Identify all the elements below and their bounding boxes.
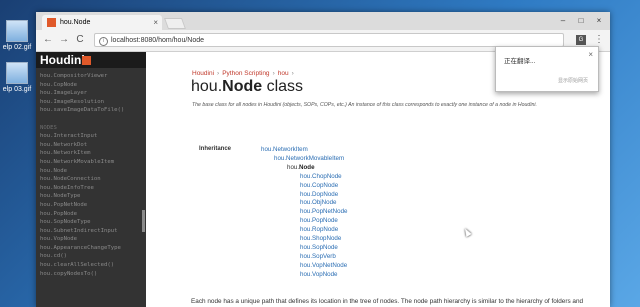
- breadcrumb-separator: ›: [291, 70, 294, 77]
- sidebar-list: hou.CompositorViewer hou.CopNode hou.Image…: [40, 72, 140, 278]
- sidebar: Houdini hou.CompositorViewer hou.CopNode h…: [36, 52, 146, 307]
- tree-node-link[interactable]: hou.VopNetNode: [300, 262, 347, 269]
- translate-icon[interactable]: G: [576, 35, 586, 45]
- tree-node-link[interactable]: hou.DopNode: [300, 191, 338, 198]
- breadcrumb-separator: ›: [217, 70, 220, 77]
- sidebar-item[interactable]: hou.cd(): [40, 252, 140, 261]
- image-file-icon: [6, 20, 28, 42]
- sidebar-section-heading: NODES: [40, 124, 57, 131]
- close-window-button[interactable]: ×: [590, 12, 608, 30]
- sidebar-item[interactable]: hou.NodeType: [40, 192, 140, 201]
- breadcrumb: Houdini › Python Scripting › hou ›: [192, 70, 297, 77]
- back-button[interactable]: ←: [42, 34, 54, 46]
- breadcrumb-houdini[interactable]: Houdini: [192, 70, 214, 77]
- sidebar-item[interactable]: hou.InteractInput: [40, 132, 140, 141]
- body-paragraph: Each node has a unique path that defines…: [191, 298, 584, 305]
- sidebar-item: [40, 115, 140, 124]
- tree-node-link[interactable]: hou.NetworkMovableItem: [274, 155, 344, 162]
- url-text: localhost:8080/hom/hou/Node: [111, 37, 205, 44]
- sidebar-item[interactable]: hou.CopNode: [40, 81, 140, 90]
- tree-node-link[interactable]: hou.SopVerb: [300, 253, 336, 260]
- tree-node-link[interactable]: hou.PopNetNode: [300, 208, 347, 215]
- tree-node-link[interactable]: hou.ChopNode: [300, 173, 342, 180]
- breadcrumb-python-scripting[interactable]: Python Scripting: [222, 70, 269, 77]
- sidebar-scrollbar[interactable]: [142, 210, 145, 232]
- sidebar-item[interactable]: hou.VopNode: [40, 235, 140, 244]
- tree-node-link[interactable]: hou.VopNode: [300, 271, 338, 278]
- new-tab-button[interactable]: [163, 18, 187, 29]
- info-icon[interactable]: i: [99, 37, 108, 46]
- sidebar-item[interactable]: hou.NetworkMovableItem: [40, 158, 140, 167]
- reload-button[interactable]: C: [74, 34, 86, 46]
- houdini-logo-icon: [82, 56, 91, 65]
- class-description: The base class for all nodes in Houdini …: [192, 102, 537, 108]
- sidebar-item[interactable]: hou.PopNode: [40, 210, 140, 219]
- tree-node-prefix: hou.: [287, 163, 300, 171]
- tree-node-name: Node: [299, 163, 315, 171]
- sidebar-item[interactable]: hou.AppearanceChangeType: [40, 244, 140, 253]
- sidebar-item[interactable]: hou.CompositorViewer: [40, 72, 140, 81]
- image-file-icon: [6, 62, 28, 84]
- maximize-button[interactable]: □: [572, 12, 590, 30]
- breadcrumb-hou[interactable]: hou: [278, 70, 289, 77]
- tree-node-link[interactable]: hou.ShopNode: [300, 235, 341, 242]
- tree-node-link[interactable]: hou.NetworkItem: [261, 146, 308, 153]
- translate-status-text: 正在翻译...: [504, 58, 536, 65]
- houdini-logo[interactable]: Houdini: [40, 52, 85, 68]
- translate-popup: 正在翻译... × 显示原始网页: [495, 46, 599, 92]
- sidebar-item[interactable]: hou.NetworkDot: [40, 141, 140, 150]
- tree-node-current: hou.Node: [287, 164, 315, 171]
- address-bar[interactable]: i localhost:8080/hom/hou/Node: [94, 33, 564, 47]
- title-class-name: Node: [222, 78, 263, 95]
- sidebar-item[interactable]: hou.NodeConnection: [40, 175, 140, 184]
- inheritance-label: Inheritance: [199, 146, 232, 152]
- tree-node-link[interactable]: hou.RopNode: [300, 226, 338, 233]
- sidebar-item[interactable]: hou.SubnetIndirectInput: [40, 227, 140, 236]
- sidebar-item[interactable]: hou.SopNodeType: [40, 218, 140, 227]
- tree-node-link[interactable]: hou.CopNode: [300, 182, 338, 189]
- houdini-favicon-icon: [47, 18, 56, 27]
- sidebar-item[interactable]: hou.NetworkItem: [40, 149, 140, 158]
- popup-close-icon[interactable]: ×: [588, 50, 593, 59]
- forward-button[interactable]: →: [58, 34, 70, 46]
- sidebar-item[interactable]: hou.NodeInfoTree: [40, 184, 140, 193]
- page-title: hou.Node class: [191, 78, 303, 96]
- sidebar-item[interactable]: hou.PopNetNode: [40, 201, 140, 210]
- tab-title: hou.Node: [60, 19, 91, 26]
- tab-close-icon[interactable]: ×: [153, 15, 158, 30]
- desktop-file-item[interactable]: elp 02.gif: [0, 20, 34, 51]
- sidebar-item[interactable]: hou.saveImageDataToFile(): [40, 106, 140, 115]
- tab-strip: hou.Node × – □ ×: [36, 12, 610, 30]
- title-suffix: class: [262, 78, 304, 95]
- tree-node-link[interactable]: hou.ObjNode: [300, 199, 336, 206]
- show-original-link[interactable]: 显示原始网页: [558, 77, 588, 84]
- sidebar-item[interactable]: hou.ImageLayer: [40, 89, 140, 98]
- minimize-button[interactable]: –: [554, 12, 572, 30]
- desktop-file-item[interactable]: elp 03.gif: [0, 62, 34, 93]
- tree-node-link[interactable]: hou.SopNode: [300, 244, 338, 251]
- title-prefix: hou.: [191, 78, 223, 95]
- breadcrumb-separator: ›: [272, 70, 275, 77]
- desktop-file-label: elp 03.gif: [2, 86, 32, 93]
- sidebar-item[interactable]: hou.ImageResolution: [40, 98, 140, 107]
- browser-menu-icon[interactable]: ⋮: [594, 34, 604, 46]
- sidebar-item[interactable]: hou.Node: [40, 167, 140, 176]
- tree-node-link[interactable]: hou.PopNode: [300, 217, 338, 224]
- sidebar-header: Houdini: [36, 52, 146, 68]
- tab-hou-node[interactable]: hou.Node ×: [42, 15, 162, 30]
- desktop-file-label: elp 02.gif: [2, 44, 32, 51]
- sidebar-item[interactable]: hou.copyNodesTo(): [40, 270, 140, 279]
- sidebar-item[interactable]: hou.clearAllSelected(): [40, 261, 140, 270]
